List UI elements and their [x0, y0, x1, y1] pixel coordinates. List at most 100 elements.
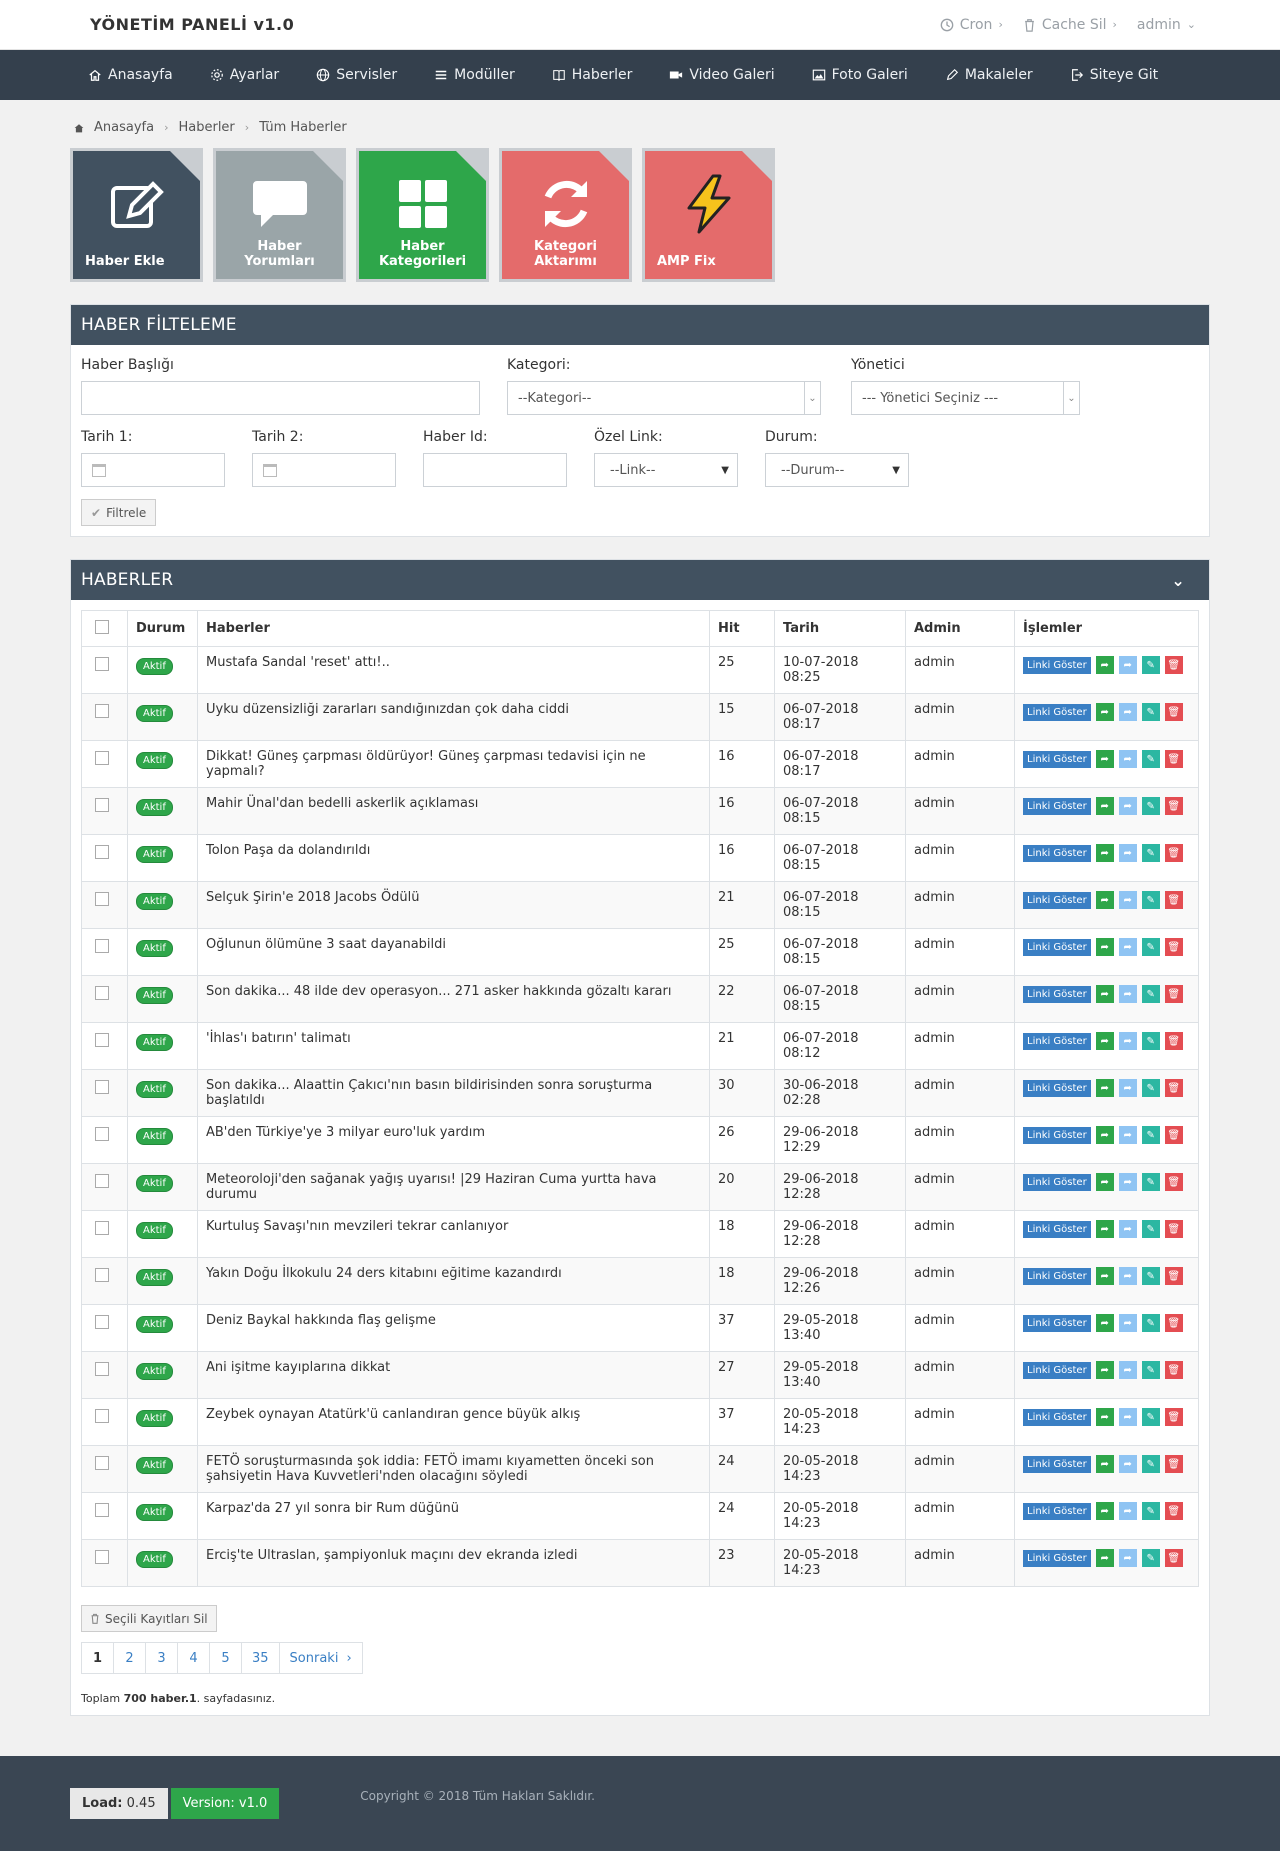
- row-checkbox[interactable]: [95, 845, 109, 859]
- redirect-icon[interactable]: ➦: [1118, 1314, 1137, 1332]
- edit-icon[interactable]: ✎: [1141, 1549, 1160, 1567]
- edit-icon[interactable]: ✎: [1141, 938, 1160, 956]
- show-link-button[interactable]: Linki Göster: [1023, 1549, 1091, 1567]
- share-icon[interactable]: ➦: [1095, 750, 1114, 768]
- show-link-button[interactable]: Linki Göster: [1023, 1267, 1091, 1285]
- row-checkbox[interactable]: [95, 1221, 109, 1235]
- share-icon[interactable]: ➦: [1095, 1361, 1114, 1379]
- tile-haber-yorumlari[interactable]: Haber Yorumları: [213, 148, 346, 282]
- delete-icon[interactable]: 🗑: [1164, 844, 1183, 862]
- show-link-button[interactable]: Linki Göster: [1023, 1220, 1091, 1238]
- row-checkbox[interactable]: [95, 1456, 109, 1470]
- redirect-icon[interactable]: ➦: [1118, 1267, 1137, 1285]
- delete-icon[interactable]: 🗑: [1164, 1549, 1183, 1567]
- date1-input[interactable]: [81, 453, 225, 487]
- edit-icon[interactable]: ✎: [1141, 1126, 1160, 1144]
- nav-anasayfa[interactable]: Anasayfa: [88, 67, 173, 83]
- edit-icon[interactable]: ✎: [1141, 844, 1160, 862]
- redirect-icon[interactable]: ➦: [1118, 1173, 1137, 1191]
- share-icon[interactable]: ➦: [1095, 1408, 1114, 1426]
- row-checkbox[interactable]: [95, 1550, 109, 1564]
- edit-icon[interactable]: ✎: [1141, 1267, 1160, 1285]
- show-link-button[interactable]: Linki Göster: [1023, 1361, 1091, 1379]
- delete-icon[interactable]: 🗑: [1164, 750, 1183, 768]
- share-icon[interactable]: ➦: [1095, 1126, 1114, 1144]
- redirect-icon[interactable]: ➦: [1118, 891, 1137, 909]
- share-icon[interactable]: ➦: [1095, 1549, 1114, 1567]
- page-5[interactable]: 5: [210, 1643, 242, 1673]
- edit-icon[interactable]: ✎: [1141, 1220, 1160, 1238]
- row-checkbox[interactable]: [95, 751, 109, 765]
- nav-haberler[interactable]: Haberler: [552, 67, 632, 83]
- delete-icon[interactable]: 🗑: [1164, 1079, 1183, 1097]
- collapse-chevron-icon[interactable]: ⌄: [1171, 571, 1185, 590]
- delete-icon[interactable]: 🗑: [1164, 1408, 1183, 1426]
- redirect-icon[interactable]: ➦: [1118, 750, 1137, 768]
- id-input[interactable]: [423, 453, 567, 487]
- page-3[interactable]: 3: [146, 1643, 178, 1673]
- row-checkbox[interactable]: [95, 798, 109, 812]
- nav-video-galeri[interactable]: Video Galeri: [669, 67, 775, 83]
- filter-button[interactable]: ✔ Filtrele: [81, 499, 157, 526]
- edit-icon[interactable]: ✎: [1141, 1314, 1160, 1332]
- share-icon[interactable]: ➦: [1095, 844, 1114, 862]
- admin-select[interactable]: --- Yönetici Seçiniz --- ⌄: [851, 381, 1080, 415]
- share-icon[interactable]: ➦: [1095, 1220, 1114, 1238]
- nav-moduller[interactable]: Modüller: [434, 67, 515, 83]
- row-checkbox[interactable]: [95, 1315, 109, 1329]
- redirect-icon[interactable]: ➦: [1118, 1502, 1137, 1520]
- delete-icon[interactable]: 🗑: [1164, 1314, 1183, 1332]
- redirect-icon[interactable]: ➦: [1118, 985, 1137, 1003]
- nav-ayarlar[interactable]: Ayarlar: [210, 67, 279, 83]
- share-icon[interactable]: ➦: [1095, 1173, 1114, 1191]
- share-icon[interactable]: ➦: [1095, 1502, 1114, 1520]
- show-link-button[interactable]: Linki Göster: [1023, 1314, 1091, 1332]
- delete-icon[interactable]: 🗑: [1164, 985, 1183, 1003]
- share-icon[interactable]: ➦: [1095, 1267, 1114, 1285]
- tile-haber-kategorileri[interactable]: Haber Kategorileri: [356, 148, 489, 282]
- show-link-button[interactable]: Linki Göster: [1023, 1455, 1091, 1473]
- redirect-icon[interactable]: ➦: [1118, 1549, 1137, 1567]
- nav-siteye-git[interactable]: Siteye Git: [1070, 67, 1158, 83]
- row-checkbox[interactable]: [95, 986, 109, 1000]
- edit-icon[interactable]: ✎: [1141, 656, 1160, 674]
- row-checkbox[interactable]: [95, 1268, 109, 1282]
- show-link-button[interactable]: Linki Göster: [1023, 1502, 1091, 1520]
- edit-icon[interactable]: ✎: [1141, 1361, 1160, 1379]
- show-link-button[interactable]: Linki Göster: [1023, 844, 1091, 862]
- tile-kategori-aktarimi[interactable]: Kategori Aktarımı: [499, 148, 632, 282]
- share-icon[interactable]: ➦: [1095, 1455, 1114, 1473]
- show-link-button[interactable]: Linki Göster: [1023, 1126, 1091, 1144]
- delete-icon[interactable]: 🗑: [1164, 1126, 1183, 1144]
- show-link-button[interactable]: Linki Göster: [1023, 1079, 1091, 1097]
- delete-icon[interactable]: 🗑: [1164, 1502, 1183, 1520]
- delete-icon[interactable]: 🗑: [1164, 656, 1183, 674]
- edit-icon[interactable]: ✎: [1141, 891, 1160, 909]
- edit-icon[interactable]: ✎: [1141, 750, 1160, 768]
- delete-icon[interactable]: 🗑: [1164, 797, 1183, 815]
- redirect-icon[interactable]: ➦: [1118, 844, 1137, 862]
- redirect-icon[interactable]: ➦: [1118, 1126, 1137, 1144]
- next-page[interactable]: Sonraki ›: [279, 1643, 362, 1673]
- edit-icon[interactable]: ✎: [1141, 797, 1160, 815]
- breadcrumb-haberler[interactable]: Haberler: [178, 120, 234, 135]
- title-input[interactable]: [81, 381, 480, 415]
- cache-clear-link[interactable]: Cache Sil ›: [1023, 17, 1117, 33]
- share-icon[interactable]: ➦: [1095, 938, 1114, 956]
- edit-icon[interactable]: ✎: [1141, 1408, 1160, 1426]
- row-checkbox[interactable]: [95, 892, 109, 906]
- row-checkbox[interactable]: [95, 939, 109, 953]
- redirect-icon[interactable]: ➦: [1118, 1220, 1137, 1238]
- delete-icon[interactable]: 🗑: [1164, 891, 1183, 909]
- show-link-button[interactable]: Linki Göster: [1023, 1032, 1091, 1050]
- edit-icon[interactable]: ✎: [1141, 1079, 1160, 1097]
- bulk-delete-button[interactable]: Seçili Kayıtları Sil: [81, 1605, 217, 1632]
- redirect-icon[interactable]: ➦: [1118, 656, 1137, 674]
- row-checkbox[interactable]: [95, 1174, 109, 1188]
- delete-icon[interactable]: 🗑: [1164, 703, 1183, 721]
- row-checkbox[interactable]: [95, 1362, 109, 1376]
- tile-haber-ekle[interactable]: Haber Ekle: [70, 148, 203, 282]
- share-icon[interactable]: ➦: [1095, 985, 1114, 1003]
- row-checkbox[interactable]: [95, 1080, 109, 1094]
- page-35[interactable]: 35: [242, 1643, 280, 1673]
